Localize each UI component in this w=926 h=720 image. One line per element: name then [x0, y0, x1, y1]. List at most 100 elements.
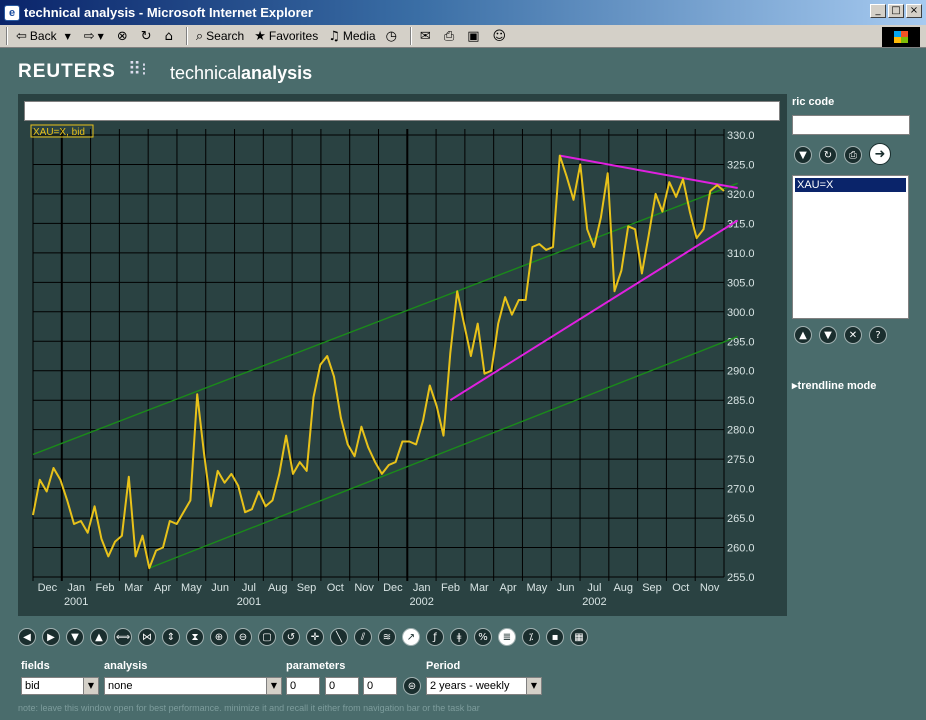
channel-icon: ≋ — [382, 631, 392, 643]
reset-button[interactable]: ↺ — [282, 628, 300, 646]
levels-button[interactable]: ≣ — [498, 628, 516, 646]
year-label: 2001 — [237, 596, 261, 608]
trendline-mode-link[interactable]: ▸trendline mode — [792, 379, 876, 392]
go-button[interactable]: ➜ — [869, 143, 891, 165]
table-button[interactable]: ▦ — [570, 628, 588, 646]
ric-code-label: ric code — [792, 96, 835, 108]
chevron-down-icon: ▼ — [824, 329, 832, 341]
move-down-button[interactable]: ▼ — [819, 326, 837, 344]
x-tick-label: Apr — [500, 582, 517, 594]
favorites-button[interactable]: ★ Favorites — [254, 26, 318, 46]
scroll-up-button[interactable]: ▲ — [90, 628, 108, 646]
clear-percent-button[interactable]: ⁒ — [522, 628, 540, 646]
media-button[interactable]: ♫ Media — [328, 26, 375, 46]
move-up-button[interactable]: ▲ — [794, 326, 812, 344]
chevron-up-icon: ▲ — [799, 329, 807, 341]
save-icon: ▪ — [551, 631, 559, 643]
chevron-down-icon: ▼ — [97, 31, 104, 41]
messenger-button[interactable]: ☺ — [493, 26, 510, 46]
price-chart[interactable]: 255.0 260.0 265.0 270.0 275.0 280.0 285.0 290.0… — [18, 94, 787, 616]
forward-button[interactable]: ⇨ ▼ — [84, 26, 107, 46]
period-select[interactable]: 2 years - weekly ▼ — [426, 677, 542, 695]
scroll-left-button[interactable]: ◀ — [18, 628, 36, 646]
minimize-button[interactable]: _ — [870, 4, 886, 18]
home-button[interactable]: ⌂ — [165, 26, 176, 46]
reuters-dots-icon: ⠿⁝ — [128, 59, 147, 80]
chevron-right-icon: ▶ — [47, 631, 55, 643]
x-tick-label: May — [181, 582, 202, 594]
print-icon: ⎙ — [443, 28, 455, 44]
parameter-3-input[interactable]: 0 — [363, 677, 397, 695]
search-button[interactable]: ⌕ Search — [196, 26, 244, 46]
parameter-2-input[interactable]: 0 — [325, 677, 359, 695]
remove-button[interactable]: ✕ — [844, 326, 862, 344]
list-item[interactable]: XAU=X — [795, 178, 906, 192]
compress-vertical-button[interactable]: ⧗ — [186, 628, 204, 646]
line-chart-button[interactable]: ↗ — [402, 628, 420, 646]
clear-percent-icon: ⁒ — [528, 631, 534, 643]
table-icon: ▦ — [574, 631, 584, 643]
mail-button[interactable]: ✉ — [420, 26, 434, 46]
refresh-button[interactable]: ↻ — [819, 146, 837, 164]
refresh-button[interactable]: ↻ — [141, 26, 155, 46]
edit-button[interactable]: ▣ — [467, 26, 482, 46]
print-button[interactable]: ⎙ — [844, 146, 862, 164]
expand-horizontal-button[interactable]: ⟺ — [114, 628, 132, 646]
history-button[interactable]: ◷ — [386, 26, 400, 46]
y-tick-label: 280.0 — [727, 425, 755, 437]
help-button[interactable]: ? — [869, 326, 887, 344]
x-tick-label: Sep — [642, 582, 662, 594]
fit-button[interactable]: ▢ — [258, 628, 276, 646]
x-tick-label: Feb — [95, 582, 114, 594]
x-tick-label: Jul — [242, 582, 256, 594]
maximize-button[interactable]: □ — [888, 4, 904, 18]
x-tick-label: Jul — [587, 582, 601, 594]
window-titlebar: e technical analysis - Microsoft Interne… — [0, 0, 926, 25]
close-button[interactable]: × — [906, 4, 922, 18]
ric-code-input[interactable] — [792, 115, 910, 135]
channel-button[interactable]: ≋ — [378, 628, 396, 646]
apply-parameters-button[interactable]: ⊜ — [403, 677, 421, 695]
dropdown-button[interactable]: ▼ — [794, 146, 812, 164]
marker-button[interactable]: ǂ — [450, 628, 468, 646]
chevron-up-icon: ▲ — [95, 631, 103, 643]
stop-button[interactable]: ⊗ — [117, 26, 131, 46]
back-arrow-icon: ⇦ — [16, 28, 27, 44]
x-tick-label: Oct — [672, 582, 689, 594]
zoom-in-button[interactable]: ⊕ — [210, 628, 228, 646]
print-button[interactable]: ⎙ — [444, 26, 457, 46]
crosshair-button[interactable]: ✛ — [306, 628, 324, 646]
crosshair-icon: ✛ — [310, 631, 320, 643]
y-tick-label: 300.0 — [727, 307, 755, 319]
expand-vertical-button[interactable]: ⇕ — [162, 628, 180, 646]
levels-icon: ≣ — [502, 631, 512, 643]
chevron-down-icon: ▼ — [83, 678, 98, 694]
ric-list[interactable]: XAU=X — [792, 175, 909, 319]
back-button[interactable]: ⇦ Back ▼ — [16, 26, 74, 46]
compress-vertical-icon: ⧗ — [191, 631, 199, 643]
trendline-button[interactable]: ╲ — [330, 628, 348, 646]
toolbar-separator — [409, 27, 412, 45]
chart-title-field[interactable] — [24, 101, 780, 121]
percent-icon: % — [478, 631, 488, 643]
y-tick-label: 270.0 — [727, 484, 755, 496]
parameter-1-input[interactable]: 0 — [286, 677, 320, 695]
scroll-right-button[interactable]: ▶ — [42, 628, 60, 646]
save-button[interactable]: ▪ — [546, 628, 564, 646]
fields-select[interactable]: bid ▼ — [21, 677, 99, 695]
fit-icon: ▢ — [262, 631, 272, 643]
expand-horizontal-icon: ⟺ — [115, 631, 131, 643]
compress-horizontal-button[interactable]: ⋈ — [138, 628, 156, 646]
zoom-out-button[interactable]: ⊖ — [234, 628, 252, 646]
analysis-select[interactable]: none ▼ — [104, 677, 282, 695]
parallel-line-button[interactable]: ⫽ — [354, 628, 372, 646]
scroll-down-button[interactable]: ▼ — [66, 628, 84, 646]
percent-button[interactable]: % — [474, 628, 492, 646]
y-tick-label: 275.0 — [727, 454, 755, 466]
fibonacci-button[interactable]: ƒ — [426, 628, 444, 646]
trendline-channel-lower — [149, 335, 738, 569]
year-label: 2002 — [582, 596, 606, 608]
stop-icon: ⊗ — [116, 28, 128, 44]
compress-horizontal-icon: ⋈ — [142, 631, 152, 643]
home-icon: ⌂ — [164, 28, 173, 44]
